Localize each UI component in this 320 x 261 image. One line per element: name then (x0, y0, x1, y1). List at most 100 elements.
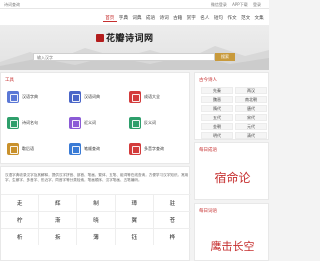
xiehouyu-icon (7, 143, 19, 155)
nav-dictionary[interactable]: 字典 (117, 15, 131, 22)
site-tagline: 诗词查询 (4, 2, 20, 7)
tool-label: 诗词名句 (22, 120, 38, 125)
nav-classics[interactable]: 古籍 (171, 15, 185, 22)
character-link[interactable]: 璋 (116, 195, 154, 211)
tool-label: 近义词 (84, 120, 96, 125)
character-link[interactable]: 苍 (154, 212, 191, 228)
top-links: 微信登录 APP下载 登录 (207, 2, 261, 8)
dynasty-row: 先秦 两汉 (201, 87, 267, 94)
tool-label: 汉语字典 (22, 94, 38, 99)
character-grid: 走 辉 制 璋 驻 柠 渐 晓 翼 苍 析 拆 薄 钰 桦 (1, 194, 191, 245)
dynasty-tag[interactable]: 清代 (235, 132, 267, 139)
dynasty-tag[interactable]: 明代 (201, 132, 233, 139)
word-dictionary-icon (69, 91, 81, 103)
tool-item[interactable]: 近义词 (69, 113, 129, 133)
tools-panel: 工具 汉语字典 汉语词典 成语大全 诗词名句 近义词 反义词 歇后语 笔顺查询 … (0, 72, 190, 164)
grid-row: 走 辉 制 璋 驻 (1, 194, 191, 211)
tool-item[interactable]: 成语大全 (129, 87, 189, 107)
dynasty-tag[interactable]: 五代 (201, 114, 233, 121)
nav-words[interactable]: 词典 (130, 15, 144, 22)
logo-text: 花瓣诗词网 (106, 34, 154, 44)
tool-item[interactable]: 汉语字典 (7, 87, 67, 107)
dynasty-tag[interactable]: 金朝 (201, 123, 233, 130)
dynasty-title: 古今诗人 (199, 78, 217, 83)
tool-label: 成语大全 (144, 94, 160, 99)
dynasty-tag[interactable]: 唐代 (235, 105, 267, 112)
antonym-icon (129, 117, 141, 129)
dynasty-row: 魏晋 南北朝 (201, 96, 267, 103)
tools-title: 工具 (5, 78, 14, 83)
tool-label: 汉语词典 (84, 94, 100, 99)
site-logo[interactable]: 花瓣诗词网 (96, 31, 154, 44)
tool-item[interactable]: 歇后语 (7, 139, 67, 159)
nav-appreciate[interactable]: 赏字 (184, 15, 198, 22)
stroke-order-icon (69, 143, 81, 155)
tool-item[interactable]: 反义词 (129, 113, 189, 133)
tool-label: 多音字查询 (144, 146, 164, 151)
dynasty-row: 金朝 元代 (201, 123, 267, 130)
dynasty-tag[interactable]: 魏晋 (201, 96, 233, 103)
character-link[interactable]: 薄 (77, 229, 116, 245)
tool-label: 笔顺查询 (84, 146, 100, 151)
nav-collections[interactable]: 文集 (252, 15, 266, 22)
grid-row: 析 拆 薄 钰 桦 (1, 228, 191, 245)
search-bar: 搜索 (33, 53, 235, 61)
daily-idiom-word[interactable]: 宿命论 (195, 169, 270, 186)
dictionary-icon (7, 91, 19, 103)
dynasty-tag[interactable]: 南北朝 (235, 96, 267, 103)
top-bar: 诗词查询 微信登录 APP下载 登录 (0, 0, 269, 9)
tool-label: 反义词 (144, 120, 156, 125)
search-input[interactable] (33, 53, 215, 61)
dictionary-description: 汉语字典收录汉字及其解释，提供汉字拼音、部首、笔画、繁体、五笔、组词等在线查询，… (5, 173, 189, 182)
dynasty-tag[interactable]: 宋代 (235, 114, 267, 121)
nav-poetry[interactable]: 诗词 (157, 15, 171, 22)
character-link[interactable]: 渐 (39, 212, 78, 228)
dynasty-panel: 古今诗人 先秦 两汉 魏晋 南北朝 隋代 唐代 五代 宋代 金朝 元代 明代 清… (194, 72, 269, 140)
character-link[interactable]: 钰 (116, 229, 154, 245)
main-nav: 首页 字典 词典 成语 诗词 古籍 赏字 名人 短句 作文 范文 文集 (103, 15, 266, 22)
tool-item[interactable]: 笔顺查询 (69, 139, 129, 159)
character-link[interactable]: 驻 (154, 195, 191, 211)
nav-idioms[interactable]: 成语 (144, 15, 158, 22)
daily-word-text[interactable]: 鹰击长空 (195, 238, 270, 254)
tool-item[interactable]: 汉语词典 (69, 87, 129, 107)
tool-item[interactable]: 诗词名句 (7, 113, 67, 133)
nav-famous[interactable]: 名人 (198, 15, 212, 22)
character-link[interactable]: 辉 (39, 195, 78, 211)
character-link[interactable]: 析 (1, 229, 40, 245)
dynasty-row: 隋代 唐代 (201, 105, 267, 112)
dynasty-tag[interactable]: 隋代 (201, 105, 233, 112)
wechat-login-link[interactable]: 微信登录 (211, 2, 227, 7)
dynasty-row: 五代 宋代 (201, 114, 267, 121)
app-download-link[interactable]: APP下载 (232, 2, 248, 7)
nav-samples[interactable]: 范文 (239, 15, 253, 22)
search-button[interactable]: 搜索 (215, 53, 235, 61)
login-link[interactable]: 登录 (253, 2, 261, 7)
synonym-icon (69, 117, 81, 129)
tool-label: 歇后语 (22, 146, 34, 151)
tool-item[interactable]: 多音字查询 (129, 139, 189, 159)
hero-banner: 花瓣诗词网 搜索 (0, 25, 269, 70)
character-link[interactable]: 桦 (154, 229, 191, 245)
grid-row: 柠 渐 晓 翼 苍 (1, 211, 191, 228)
nav-sentences[interactable]: 短句 (212, 15, 226, 22)
daily-word-title: 每日词语 (199, 209, 217, 214)
dynasty-row: 明代 清代 (201, 132, 267, 139)
logo-mark-icon (96, 33, 104, 42)
nav-home[interactable]: 首页 (103, 15, 117, 22)
dynasty-tag[interactable]: 元代 (235, 123, 267, 130)
dynasty-tag[interactable]: 两汉 (235, 87, 267, 94)
daily-idiom-title: 每日成语 (199, 148, 217, 153)
nav-essays[interactable]: 作文 (225, 15, 239, 22)
character-link[interactable]: 拆 (39, 229, 78, 245)
character-link[interactable]: 制 (77, 195, 116, 211)
daily-idiom-panel: 每日成语 宿命论 (194, 142, 269, 200)
header: 首页 字典 词典 成语 诗词 古籍 赏字 名人 短句 作文 范文 文集 (0, 9, 269, 25)
character-link[interactable]: 翼 (116, 212, 154, 228)
character-link[interactable]: 晓 (77, 212, 116, 228)
polyphone-icon (129, 143, 141, 155)
character-link[interactable]: 走 (1, 195, 40, 211)
dynasty-tag[interactable]: 先秦 (201, 87, 233, 94)
daily-word-panel: 每日词语 鹰击长空 (194, 203, 269, 261)
character-link[interactable]: 柠 (1, 212, 40, 228)
